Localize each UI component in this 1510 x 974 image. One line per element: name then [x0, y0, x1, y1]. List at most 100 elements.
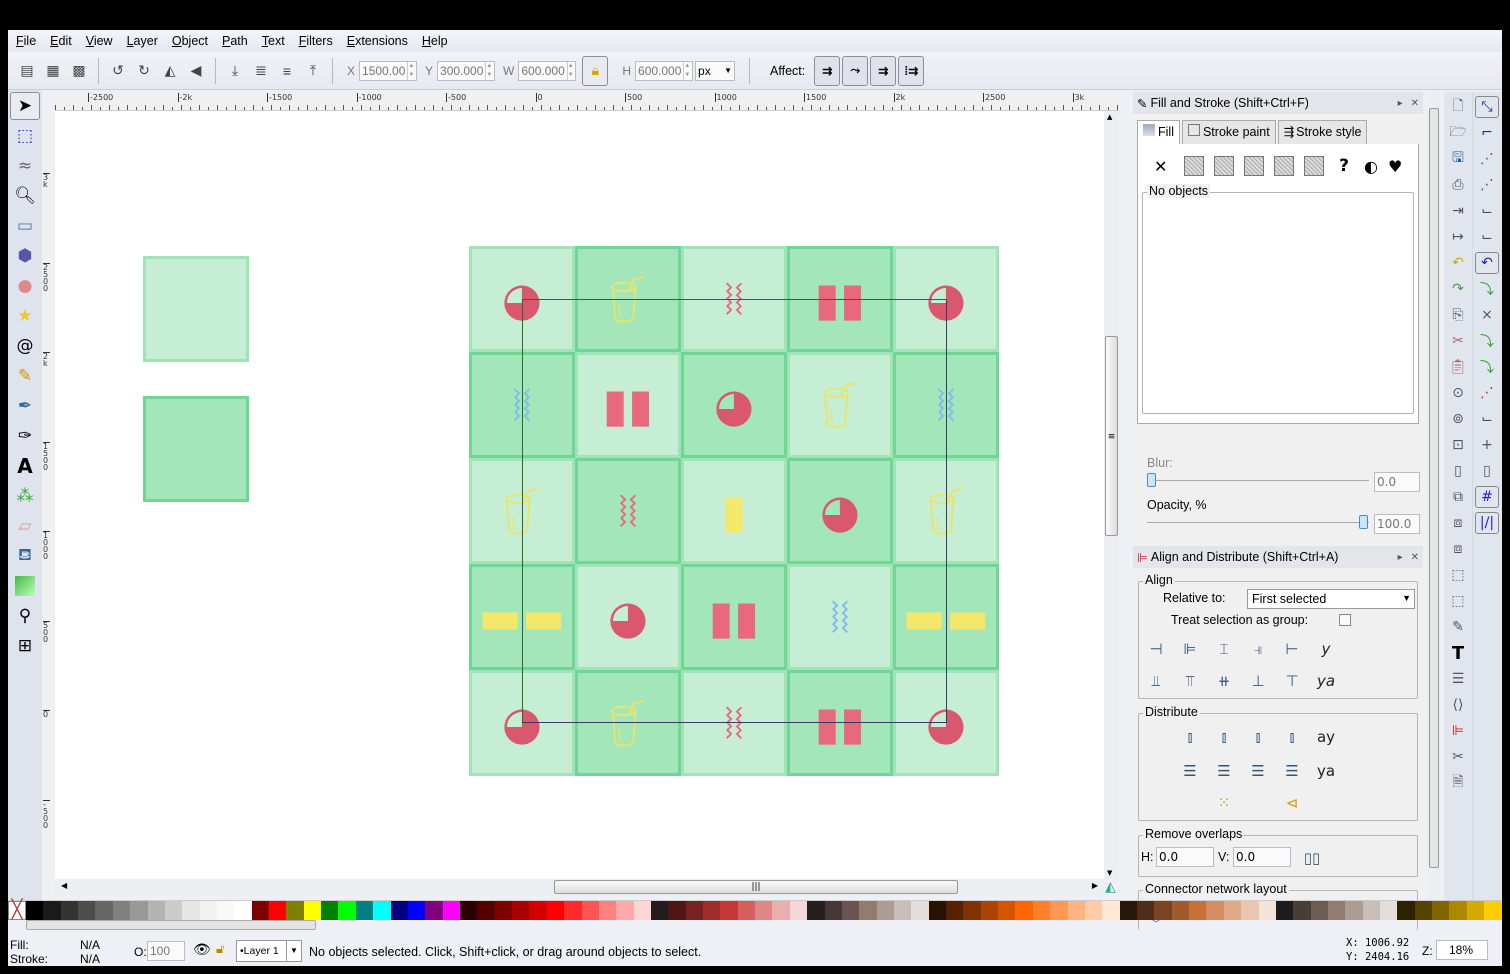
palette-swatch[interactable] [859, 901, 877, 920]
palette-swatch[interactable] [390, 901, 408, 920]
relative-to-select[interactable]: First selected ▼ [1247, 589, 1415, 609]
swatch-icon[interactable] [1304, 156, 1324, 176]
palette-swatch[interactable] [650, 901, 669, 920]
stroke-indicator-value[interactable]: N/A [80, 952, 100, 966]
layer-visibility-eye-icon[interactable]: 👁︎ [193, 941, 211, 958]
raise-to-top-icon[interactable]: ⤒ [302, 60, 324, 82]
menu-object[interactable]: Object [172, 34, 208, 48]
tweak-tool[interactable]: ≈ [10, 152, 40, 180]
linear-gradient-icon[interactable] [1214, 156, 1234, 176]
palette-swatch[interactable] [807, 901, 825, 920]
spiral-tool[interactable]: @ [10, 332, 40, 360]
menu-path[interactable]: Path [222, 34, 248, 48]
palette-swatch[interactable] [1084, 901, 1103, 920]
distribute-top-icon[interactable]: ☰ [1177, 758, 1203, 784]
flip-horizontal-icon[interactable]: ◭ [159, 60, 181, 82]
x-field[interactable]: 1500.00 ▲ ▼ [359, 60, 418, 81]
no-color-swatch[interactable]: ╳ [8, 901, 26, 920]
dock-scroll-thumb[interactable] [1429, 108, 1439, 868]
palette-swatch[interactable] [546, 901, 565, 920]
palette-swatch[interactable] [529, 901, 547, 920]
scroll-right-icon[interactable]: ▶ [1092, 881, 1098, 890]
group-icon[interactable]: ⬚ [1446, 564, 1470, 586]
palette-swatch[interactable] [303, 901, 322, 920]
palette-swatch[interactable] [824, 901, 842, 920]
save-icon[interactable]: 🖫 [1446, 148, 1470, 170]
paste-icon[interactable]: 📋︎ [1446, 356, 1470, 378]
pencil-tool[interactable]: ✎ [10, 362, 40, 390]
align-dialog-icon[interactable]: ⊫ [1446, 720, 1470, 742]
palette-swatch[interactable] [1432, 901, 1450, 920]
palette-swatch[interactable] [737, 901, 756, 920]
pen-tool[interactable]: ✒ [10, 392, 40, 420]
blur-field[interactable]: 0.0 [1374, 472, 1420, 492]
palette-swatch[interactable] [425, 901, 443, 920]
center-vertical-axis-icon[interactable]: ⌶ [1211, 636, 1237, 662]
palette-swatch[interactable] [1067, 901, 1085, 920]
center-horizontal-axis-icon[interactable]: ⧺ [1211, 668, 1237, 694]
scale-corners-button[interactable]: ⤳ [842, 55, 869, 86]
snap-enable-icon[interactable]: ⤡ [1475, 96, 1499, 118]
flip-vertical-icon[interactable]: ◀ [185, 60, 207, 82]
flat-color-icon[interactable] [1184, 156, 1204, 176]
unset-paint-icon[interactable]: ? [1334, 156, 1354, 176]
calligraphy-tool[interactable]: ✑ [10, 422, 40, 450]
rect-tool[interactable]: ▭ [10, 212, 40, 240]
ungroup-icon[interactable]: ⬚ [1446, 590, 1470, 612]
palette-swatch[interactable] [477, 901, 495, 920]
palette-swatch[interactable] [772, 901, 790, 920]
palette-swatch[interactable] [1137, 901, 1155, 920]
unit-select[interactable]: px ▼ [695, 60, 736, 81]
align-right-edges-icon[interactable]: ⫣ [1245, 636, 1271, 662]
no-paint-icon[interactable]: ✕ [1154, 157, 1174, 176]
color-manage-icon[interactable]: ◭ [1105, 879, 1116, 895]
palette-swatch[interactable] [459, 901, 478, 920]
selector-tool[interactable]: ➤ [10, 92, 40, 120]
zoom-field[interactable]: 18% [1436, 940, 1488, 960]
palette-swatch[interactable] [1310, 901, 1328, 920]
palette-swatch[interactable] [1223, 901, 1242, 920]
preferences-icon[interactable]: ✂ [1446, 746, 1470, 768]
rotate-cw-icon[interactable]: ↻ [133, 60, 155, 82]
print-icon[interactable]: ⎙ [1446, 174, 1470, 196]
palette-swatch[interactable] [199, 901, 217, 920]
palette-swatch[interactable] [286, 901, 304, 920]
fill-rule-evenodd-icon[interactable]: ◐ [1364, 157, 1378, 176]
palette-swatch[interactable] [1466, 901, 1485, 920]
palette-swatch[interactable] [581, 901, 599, 920]
iconify-icon[interactable]: ▸ [1398, 552, 1403, 563]
align-baseline-horizontal-icon[interactable]: y [1313, 636, 1339, 662]
snap-bbox-edge-icon[interactable]: ⋰ [1475, 148, 1499, 170]
palette-swatch[interactable] [633, 901, 651, 920]
layer-lock-icon[interactable]: 🔓︎ [216, 941, 224, 957]
menu-view[interactable]: View [86, 34, 113, 48]
scroll-left-icon[interactable]: ◀ [61, 881, 67, 890]
palette-swatch[interactable] [789, 901, 808, 920]
tab-stroke-paint[interactable]: Stroke paint [1181, 120, 1276, 144]
document-properties-icon[interactable]: 🗎 [1446, 772, 1470, 794]
remove-overlaps-icon[interactable]: ▯▯ [1299, 845, 1325, 871]
export-icon[interactable]: ↦ [1446, 226, 1470, 248]
snap-bbox-center-icon[interactable]: ⌙ [1475, 226, 1499, 248]
palette-swatch[interactable] [1449, 901, 1467, 920]
palette-swatch[interactable] [43, 901, 61, 920]
distribute-bottom-icon[interactable]: ☰ [1245, 758, 1271, 784]
palette-swatch[interactable] [1189, 901, 1207, 920]
ellipse-tool[interactable]: ● [10, 272, 40, 300]
treat-as-group-checkbox[interactable] [1339, 614, 1351, 626]
unlink-clone-icon[interactable]: ⧈ [1446, 538, 1470, 560]
palette-swatch[interactable] [616, 901, 634, 920]
transform-gradients-button[interactable]: ⇉ [870, 55, 897, 86]
select-all-icon[interactable]: ▤ [16, 60, 38, 82]
spray-tool[interactable]: ⁂ [10, 482, 40, 510]
zoom-tool[interactable]: 🔍︎ [10, 182, 40, 210]
palette-swatch[interactable] [755, 901, 773, 920]
rotate-ccw-icon[interactable]: ↺ [107, 60, 129, 82]
palette-swatch[interactable] [442, 901, 460, 920]
palette-swatch[interactable] [1015, 901, 1033, 920]
menu-file[interactable]: File [16, 34, 36, 48]
light-green-swatch[interactable] [143, 256, 249, 362]
align-right-to-left-icon[interactable]: ⊣ [1143, 636, 1169, 662]
vertical-scroll-thumb[interactable]: ≡ [1105, 336, 1118, 536]
lower-icon[interactable]: ≣ [250, 60, 272, 82]
